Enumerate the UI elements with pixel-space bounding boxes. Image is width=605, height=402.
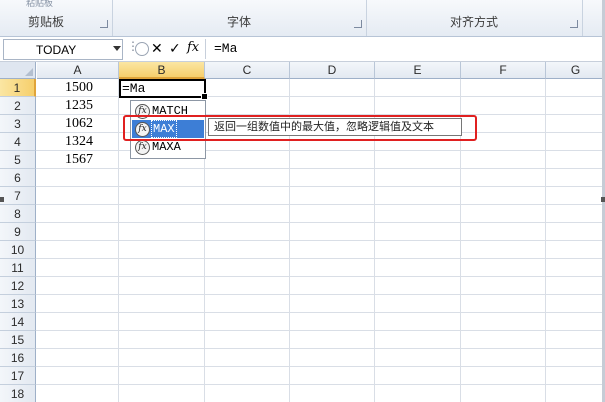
formula-input[interactable]: =Ma bbox=[214, 41, 237, 56]
font-dialog-launcher-icon[interactable] bbox=[354, 20, 362, 28]
column-gridline bbox=[545, 79, 546, 402]
fill-handle[interactable] bbox=[201, 93, 208, 100]
row-header-10[interactable]: 10 bbox=[0, 241, 36, 259]
column-header-b[interactable]: B bbox=[119, 62, 205, 79]
row-gridline bbox=[36, 186, 605, 187]
row-header-7[interactable]: 7 bbox=[0, 187, 36, 205]
formula-bar-separator bbox=[205, 39, 206, 59]
clipboard-dialog-launcher-icon[interactable] bbox=[100, 20, 108, 28]
cell-a2[interactable]: 1235 bbox=[37, 97, 119, 115]
formula-bar-expand-icon bbox=[135, 42, 149, 56]
row-gridline bbox=[36, 294, 605, 295]
column-header-a[interactable]: A bbox=[37, 62, 119, 79]
row-header-12[interactable]: 12 bbox=[0, 277, 36, 295]
row-gridline bbox=[36, 222, 605, 223]
row-header-3[interactable]: 3 bbox=[0, 115, 36, 133]
row-header-11[interactable]: 11 bbox=[0, 259, 36, 277]
name-box-dropdown-icon[interactable] bbox=[113, 46, 121, 51]
row-gridline bbox=[36, 204, 605, 205]
column-header-d[interactable]: D bbox=[290, 62, 375, 79]
row-gridline bbox=[36, 384, 605, 385]
cell-a1[interactable]: 1500 bbox=[37, 79, 119, 97]
formula-buttons: ⋮ ✕ ✓ fx bbox=[127, 39, 203, 58]
ribbon-group-font: 字体 bbox=[112, 0, 367, 36]
row-header-4[interactable]: 4 bbox=[0, 133, 36, 151]
cell-a4[interactable]: 1324 bbox=[37, 133, 119, 151]
active-cell-b1[interactable]: =Ma bbox=[119, 79, 208, 100]
row-header-6[interactable]: 6 bbox=[0, 169, 36, 187]
right-edge-marker bbox=[601, 197, 605, 202]
autocomplete-item-label: MAXA bbox=[152, 140, 181, 154]
column-header-e[interactable]: E bbox=[375, 62, 461, 79]
column-header-f[interactable]: F bbox=[461, 62, 546, 79]
row-header-9[interactable]: 9 bbox=[0, 223, 36, 241]
row-gridline bbox=[36, 240, 605, 241]
column-header-g[interactable]: G bbox=[546, 62, 605, 79]
ribbon-group-label-font: 字体 bbox=[226, 15, 251, 29]
formula-bar: TODAY ⋮ ✕ ✓ fx =Ma bbox=[0, 37, 605, 62]
row-header-16[interactable]: 16 bbox=[0, 349, 36, 367]
name-box-value: TODAY bbox=[36, 43, 77, 57]
enter-icon[interactable]: ✓ bbox=[169, 40, 181, 57]
select-all-corner[interactable] bbox=[0, 62, 36, 79]
insert-function-icon[interactable]: fx bbox=[187, 40, 199, 55]
row-header-17[interactable]: 17 bbox=[0, 367, 36, 385]
row-header-13[interactable]: 13 bbox=[0, 295, 36, 313]
row-header-1[interactable]: 1 bbox=[0, 79, 36, 97]
row-gridline bbox=[36, 330, 605, 331]
row-gridline bbox=[36, 276, 605, 277]
cell-a3[interactable]: 1062 bbox=[37, 115, 119, 133]
column-header-c[interactable]: C bbox=[205, 62, 290, 79]
ribbon-group-alignment: 对齐方式 bbox=[366, 0, 583, 36]
row-gridline bbox=[36, 312, 605, 313]
ribbon-group-label-clipboard: 剪贴板 bbox=[28, 15, 65, 29]
row-header-15[interactable]: 15 bbox=[0, 331, 36, 349]
ribbon-group-clipboard: 剪贴板 bbox=[0, 0, 113, 36]
row-header-8[interactable]: 8 bbox=[0, 205, 36, 223]
row-header-5[interactable]: 5 bbox=[0, 151, 36, 169]
row-gridline bbox=[36, 366, 605, 367]
alignment-dialog-launcher-icon[interactable] bbox=[570, 20, 578, 28]
worksheet-grid[interactable]: ABCDEFG 1 2 3 4 5 6 7 8 9 10 11 12 13 14 15 16 17 18 1500… bbox=[0, 62, 605, 402]
row-gridline bbox=[36, 150, 605, 151]
cell-a5[interactable]: 1567 bbox=[37, 151, 119, 169]
row-header-14[interactable]: 14 bbox=[0, 313, 36, 331]
row-gridline bbox=[36, 258, 605, 259]
ribbon: 粘贴板 剪贴板 字体 对齐方式 bbox=[0, 0, 605, 37]
ribbon-group-label-alignment: 对齐方式 bbox=[449, 15, 498, 29]
row-gridline bbox=[36, 168, 605, 169]
left-edge-marker bbox=[0, 197, 4, 202]
cancel-icon[interactable]: ✕ bbox=[151, 40, 163, 57]
annotation-highlight-box bbox=[123, 115, 477, 141]
active-cell-text: =Ma bbox=[122, 81, 146, 96]
row-header-2[interactable]: 2 bbox=[0, 97, 36, 115]
fx-function-icon: fx bbox=[135, 140, 150, 155]
name-box[interactable]: TODAY bbox=[3, 39, 123, 60]
row-header-18[interactable]: 18 bbox=[0, 385, 36, 402]
row-gridline bbox=[36, 348, 605, 349]
